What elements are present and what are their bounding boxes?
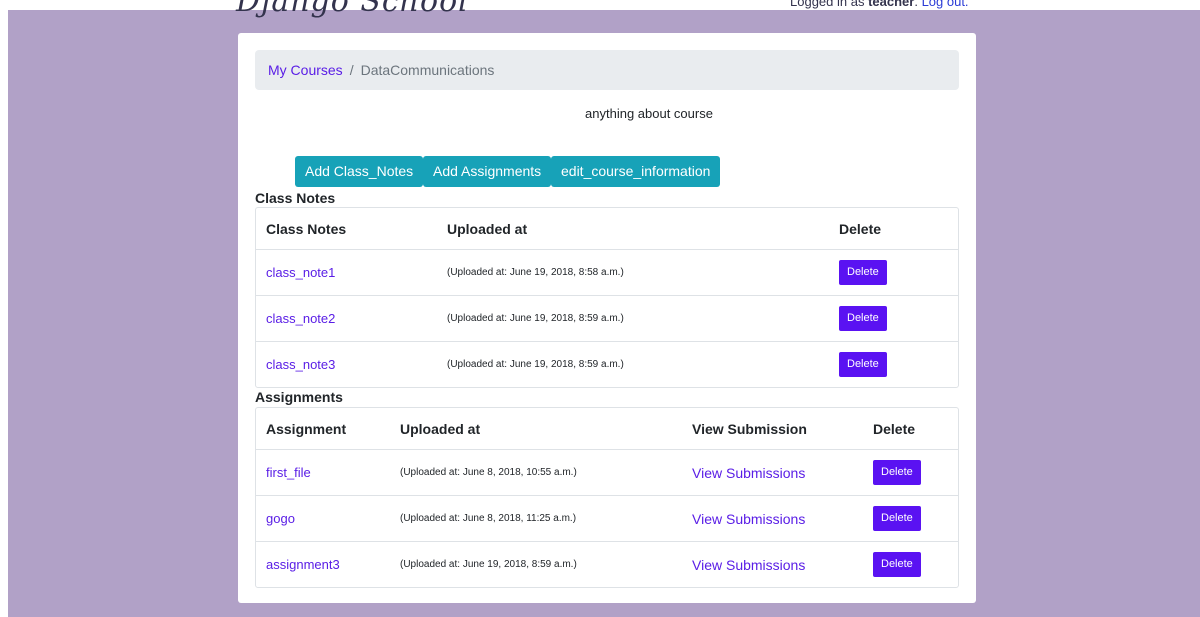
login-prefix: Logged in as bbox=[790, 0, 869, 9]
brand-logo[interactable]: Django School bbox=[236, 0, 469, 19]
login-suffix: . bbox=[914, 0, 922, 9]
assignment-link[interactable]: assignment3 bbox=[266, 557, 340, 572]
class-note-link[interactable]: class_note3 bbox=[266, 357, 335, 372]
delete-button[interactable]: Delete bbox=[873, 460, 921, 485]
column-header-uploaded-at: Uploaded at bbox=[400, 420, 481, 437]
add-assignments-button[interactable]: Add Assignments bbox=[423, 156, 552, 187]
course-card: My Courses / DataCommunications anything… bbox=[238, 33, 976, 603]
uploaded-at-text: (Uploaded at: June 8, 2018, 11:25 a.m.) bbox=[400, 513, 577, 524]
view-submissions-link[interactable]: View Submissions bbox=[692, 557, 805, 573]
delete-button[interactable]: Delete bbox=[873, 552, 921, 577]
uploaded-at-text: (Uploaded at: June 8, 2018, 10:55 a.m.) bbox=[400, 467, 577, 478]
assignment-link[interactable]: gogo bbox=[266, 511, 295, 526]
column-header-assignment: Assignment bbox=[266, 420, 347, 437]
add-class-notes-button[interactable]: Add Class_Notes bbox=[295, 156, 424, 187]
breadcrumb-my-courses[interactable]: My Courses bbox=[268, 62, 343, 78]
course-description: anything about course bbox=[585, 106, 713, 121]
assignments-table: Assignment Uploaded at View Submission D… bbox=[255, 407, 959, 588]
uploaded-at-text: (Uploaded at: June 19, 2018, 8:58 a.m.) bbox=[447, 267, 624, 278]
breadcrumb: My Courses / DataCommunications bbox=[255, 50, 959, 90]
assignment-link[interactable]: first_file bbox=[266, 465, 311, 480]
edit-course-information-button[interactable]: edit_course_information bbox=[551, 156, 721, 187]
table-row: class_note2 (Uploaded at: June 19, 2018,… bbox=[256, 295, 958, 341]
class-notes-table: Class Notes Uploaded at Delete class_not… bbox=[255, 207, 959, 388]
breadcrumb-current: DataCommunications bbox=[360, 62, 495, 78]
column-header-class-notes: Class Notes bbox=[266, 220, 347, 237]
uploaded-at-text: (Uploaded at: June 19, 2018, 8:59 a.m.) bbox=[447, 313, 624, 324]
table-row: class_note3 (Uploaded at: June 19, 2018,… bbox=[256, 341, 958, 387]
login-info: Logged in as teacher. Log out. bbox=[790, 0, 969, 9]
table-header-row: Assignment Uploaded at View Submission D… bbox=[256, 408, 958, 449]
logout-link[interactable]: Log out. bbox=[922, 0, 969, 9]
delete-button[interactable]: Delete bbox=[873, 506, 921, 531]
table-row: assignment3 (Uploaded at: June 19, 2018,… bbox=[256, 541, 958, 587]
delete-button[interactable]: Delete bbox=[839, 260, 887, 285]
class-notes-section-title: Class Notes bbox=[255, 190, 336, 206]
column-header-uploaded-at: Uploaded at bbox=[447, 220, 528, 237]
assignments-section-title: Assignments bbox=[255, 389, 343, 405]
column-header-delete: Delete bbox=[839, 220, 882, 237]
table-header-row: Class Notes Uploaded at Delete bbox=[256, 208, 958, 249]
class-note-link[interactable]: class_note1 bbox=[266, 265, 335, 280]
table-row: class_note1 (Uploaded at: June 19, 2018,… bbox=[256, 249, 958, 295]
delete-button[interactable]: Delete bbox=[839, 352, 887, 377]
class-note-link[interactable]: class_note2 bbox=[266, 311, 335, 326]
column-header-view-submission: View Submission bbox=[692, 420, 807, 437]
uploaded-at-text: (Uploaded at: June 19, 2018, 8:59 a.m.) bbox=[447, 359, 624, 370]
table-row: first_file (Uploaded at: June 8, 2018, 1… bbox=[256, 449, 958, 495]
breadcrumb-separator: / bbox=[349, 62, 354, 78]
view-submissions-link[interactable]: View Submissions bbox=[692, 465, 805, 481]
column-header-delete: Delete bbox=[873, 420, 916, 437]
login-username: teacher bbox=[868, 0, 915, 9]
delete-button[interactable]: Delete bbox=[839, 306, 887, 331]
uploaded-at-text: (Uploaded at: June 19, 2018, 8:59 a.m.) bbox=[400, 559, 577, 570]
view-submissions-link[interactable]: View Submissions bbox=[692, 511, 805, 527]
table-row: gogo (Uploaded at: June 8, 2018, 11:25 a… bbox=[256, 495, 958, 541]
